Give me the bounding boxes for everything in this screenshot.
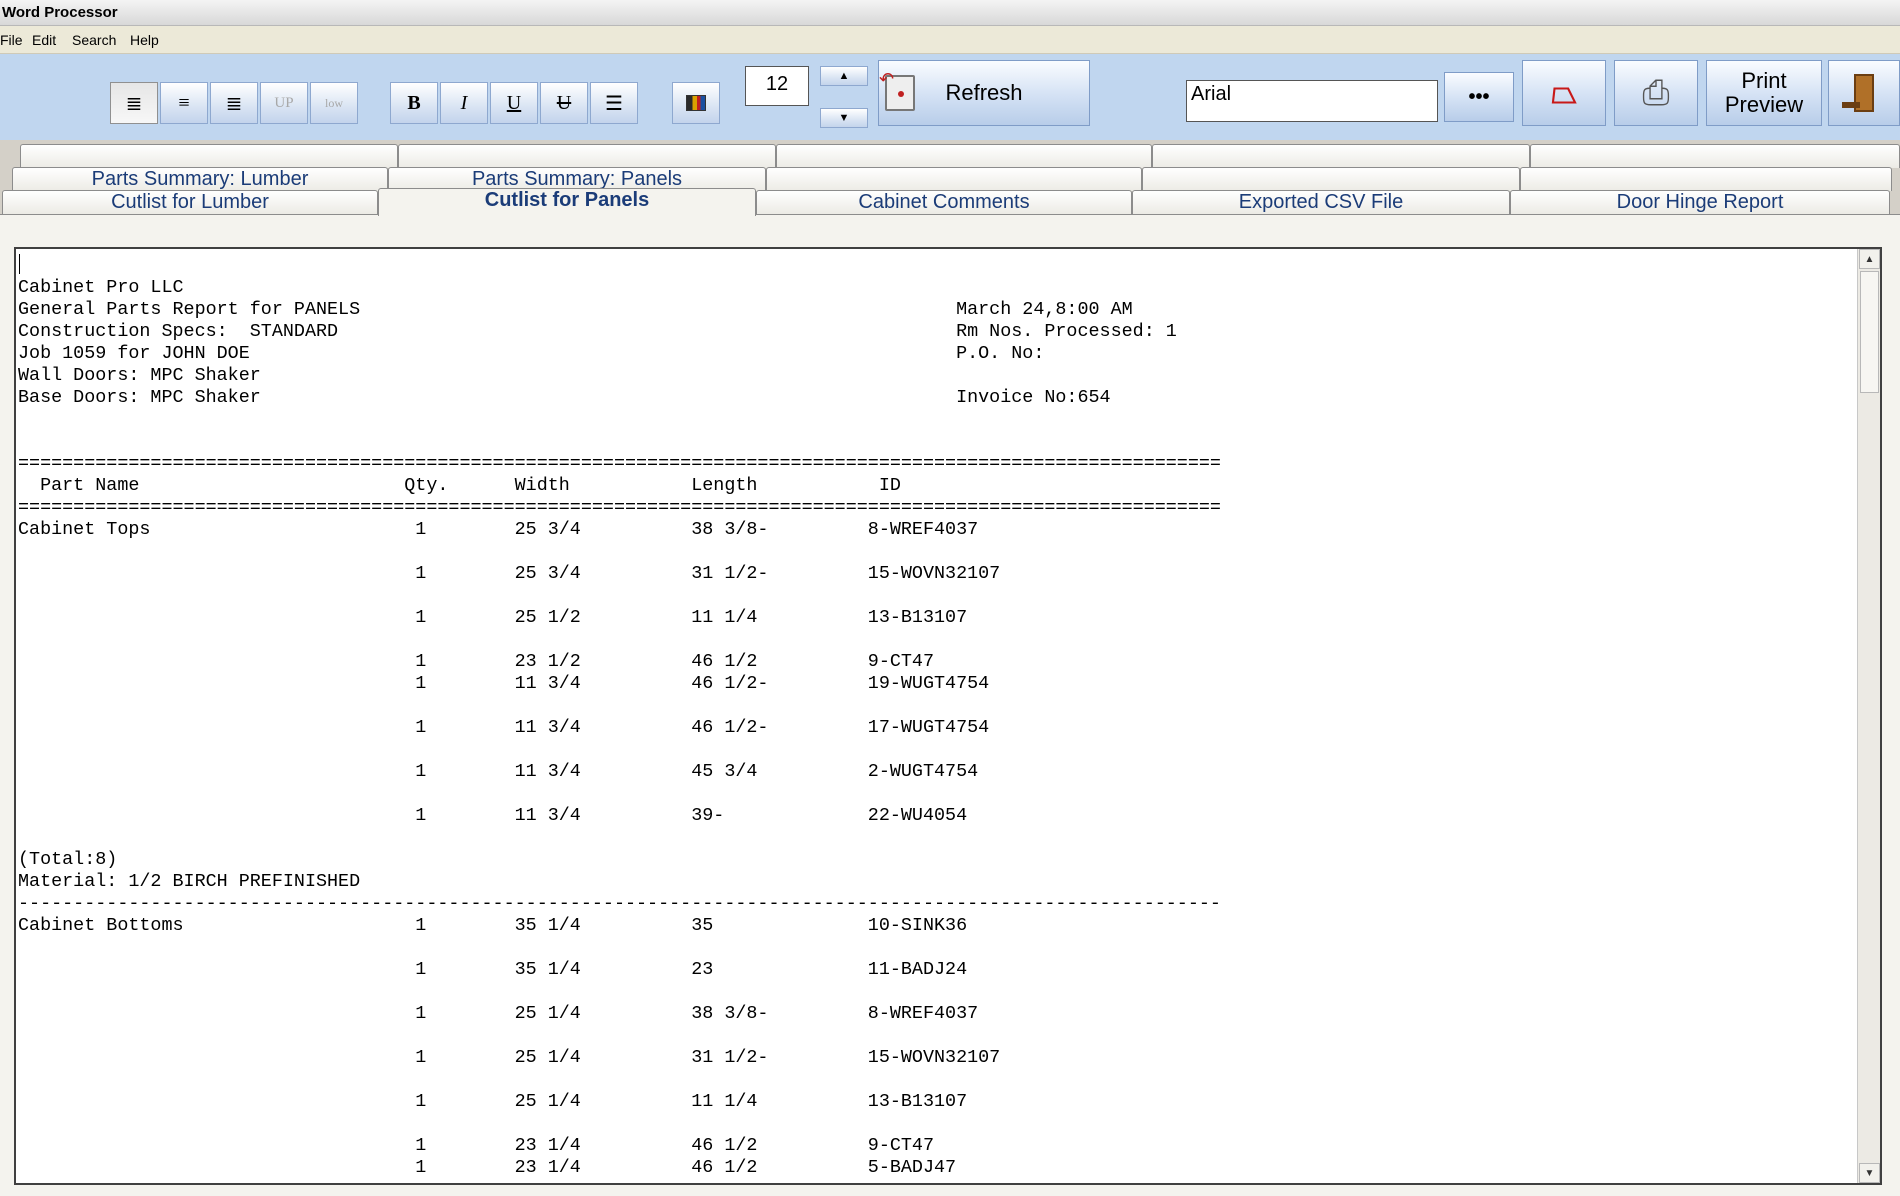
- align-center-button[interactable]: ≡: [160, 82, 208, 124]
- bold-icon: B: [407, 91, 421, 114]
- tab-blank[interactable]: [20, 144, 398, 168]
- tab-blank[interactable]: [398, 144, 776, 168]
- tab-cutlist-panels[interactable]: Cutlist for Panels: [378, 188, 756, 216]
- strikethrough-icon: U: [556, 91, 572, 114]
- font-browse-button[interactable]: •••: [1444, 72, 1514, 122]
- pdf-icon: ⏢: [1551, 74, 1577, 110]
- scroll-up-icon[interactable]: ▲: [1859, 249, 1880, 269]
- menu-bar: File Edit Search Help: [0, 26, 1900, 54]
- spinner-down-icon[interactable]: ▼: [820, 108, 868, 128]
- lowercase-label: low: [325, 95, 343, 110]
- refresh-icon: ↶: [879, 69, 915, 111]
- font-size-field[interactable]: 12: [745, 66, 809, 106]
- menu-search[interactable]: Search: [72, 32, 116, 48]
- bullet-list-icon: ☰: [605, 92, 623, 115]
- tab-cabinet-comments[interactable]: Cabinet Comments: [756, 190, 1132, 214]
- report-tabs: Parts Summary: Lumber Parts Summary: Pan…: [0, 140, 1900, 216]
- refresh-button[interactable]: ↶ Refresh: [878, 60, 1090, 126]
- tab-blank[interactable]: [1530, 144, 1900, 168]
- scroll-down-icon[interactable]: ▼: [1859, 1163, 1880, 1183]
- uppercase-button[interactable]: UP: [260, 82, 308, 124]
- spinner-up-icon[interactable]: ▲: [820, 66, 868, 86]
- lowercase-button[interactable]: low: [310, 82, 358, 124]
- tab-cutlist-lumber[interactable]: Cutlist for Lumber: [2, 190, 378, 214]
- underline-icon: U: [506, 91, 522, 114]
- toolbar: ≣ ≡ ≣ UP low B I U U ☰ 12 ▲ ▼ ↶ Refresh …: [0, 54, 1900, 140]
- print-button[interactable]: ⎙: [1614, 60, 1698, 126]
- align-left-icon: ≣: [125, 92, 143, 115]
- tab-blank[interactable]: [1520, 167, 1892, 191]
- print-preview-button[interactable]: Print Preview: [1706, 60, 1822, 126]
- tab-blank[interactable]: [1142, 167, 1520, 191]
- exit-button[interactable]: [1828, 60, 1900, 126]
- italic-button[interactable]: I: [440, 82, 488, 124]
- pdf-export-button[interactable]: ⏢: [1522, 60, 1606, 126]
- uppercase-label: UP: [274, 94, 294, 111]
- align-right-button[interactable]: ≣: [210, 82, 258, 124]
- refresh-label: Refresh: [945, 80, 1023, 105]
- bullet-list-button[interactable]: ☰: [590, 82, 638, 124]
- exit-door-icon: [1842, 74, 1874, 112]
- align-center-icon: ≡: [178, 91, 190, 114]
- tab-parts-summary-lumber[interactable]: Parts Summary: Lumber: [12, 167, 388, 191]
- menu-edit[interactable]: Edit: [32, 32, 56, 48]
- tab-blank[interactable]: [776, 144, 1152, 168]
- window-title: Word Processor: [2, 4, 118, 21]
- text-color-button[interactable]: [672, 82, 720, 124]
- font-name-field[interactable]: Arial: [1186, 80, 1438, 122]
- print-preview-label: Print Preview: [1724, 68, 1804, 117]
- scroll-thumb[interactable]: [1860, 271, 1879, 393]
- font-size-spinner[interactable]: ▲ ▼: [820, 66, 868, 128]
- strikethrough-button[interactable]: U: [540, 82, 588, 124]
- report-document[interactable]: Cabinet Pro LLC General Parts Report for…: [14, 247, 1882, 1185]
- report-text: Cabinet Pro LLC General Parts Report for…: [18, 277, 1221, 1178]
- align-left-button[interactable]: ≣: [110, 82, 158, 124]
- tab-door-hinge-report[interactable]: Door Hinge Report: [1510, 190, 1890, 214]
- menu-help[interactable]: Help: [130, 32, 159, 48]
- bold-button[interactable]: B: [390, 82, 438, 124]
- color-palette-icon: [686, 95, 706, 111]
- menu-file[interactable]: File: [0, 32, 23, 48]
- tab-exported-csv[interactable]: Exported CSV File: [1132, 190, 1510, 214]
- more-label: •••: [1468, 85, 1490, 108]
- tab-blank[interactable]: [766, 167, 1142, 191]
- printer-icon: ⎙: [1642, 73, 1670, 112]
- vertical-scrollbar[interactable]: ▲ ▼: [1857, 249, 1880, 1183]
- tab-blank[interactable]: [1152, 144, 1530, 168]
- italic-icon: I: [460, 91, 468, 114]
- underline-button[interactable]: U: [490, 82, 538, 124]
- window-title-bar: Word Processor: [0, 0, 1900, 26]
- align-right-icon: ≣: [225, 92, 243, 115]
